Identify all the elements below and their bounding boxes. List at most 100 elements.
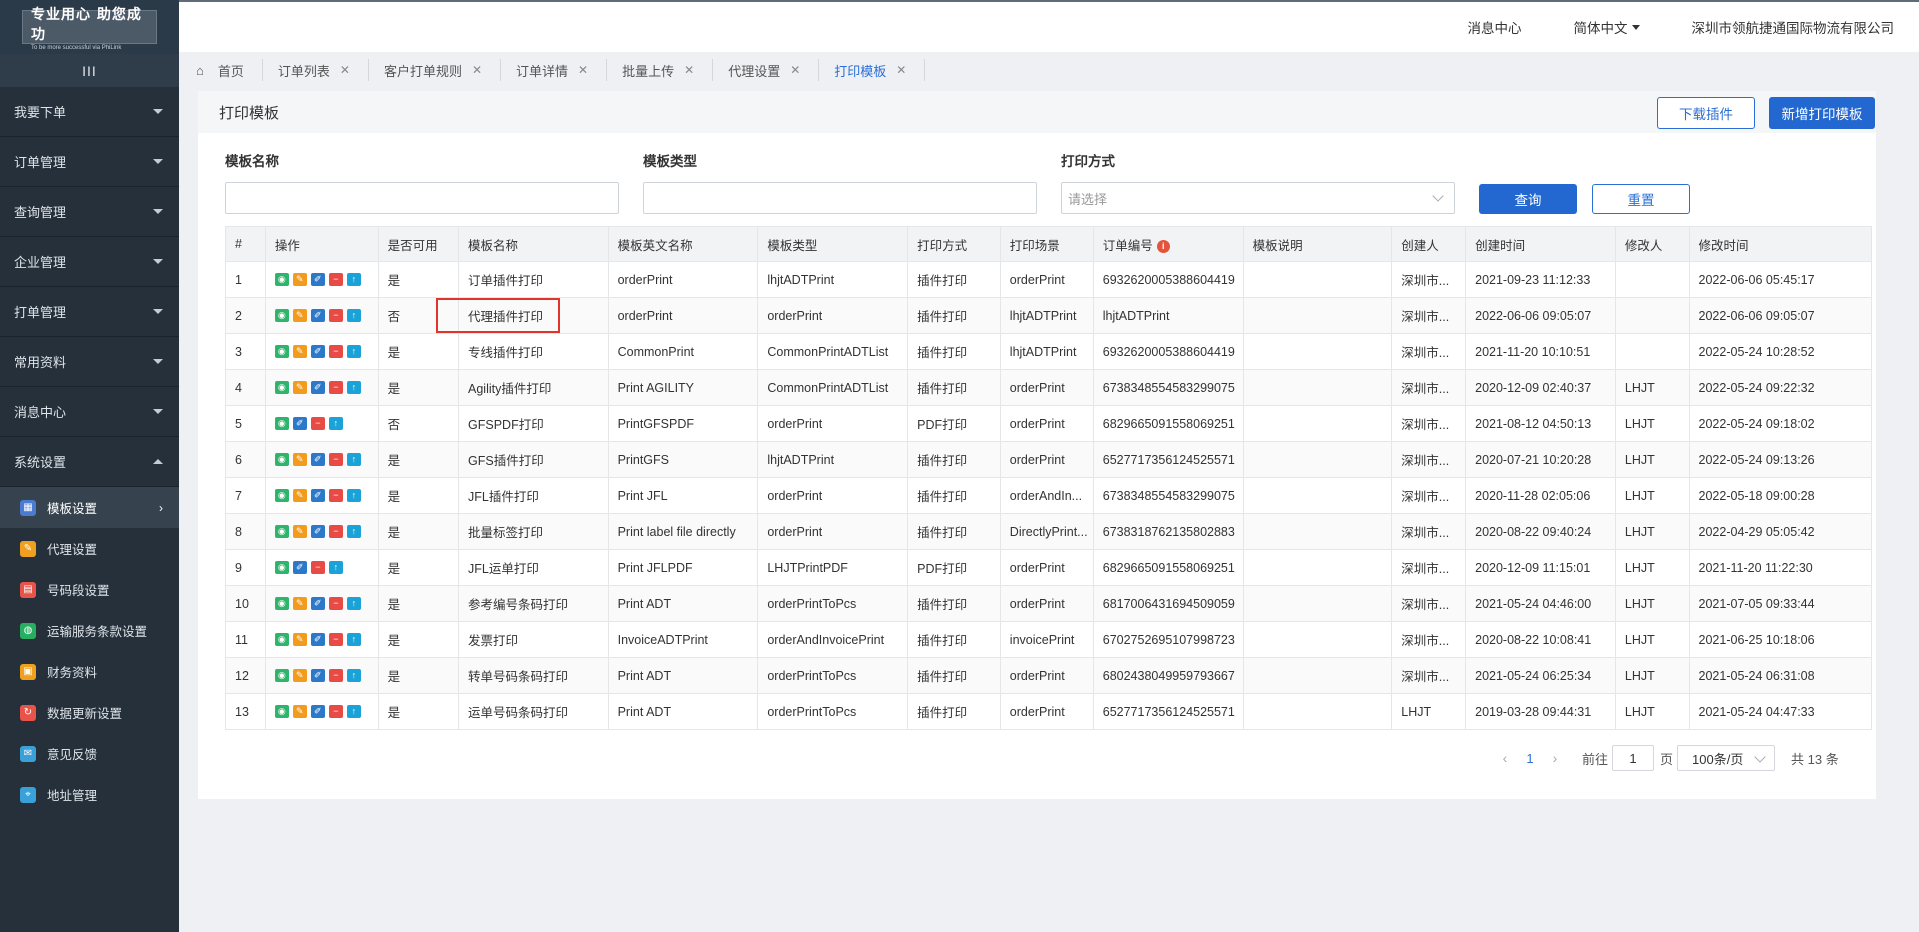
delete-icon[interactable]: − [328,525,343,538]
close-icon[interactable]: ✕ [790,63,800,77]
view-icon[interactable]: ◉ [274,309,289,322]
view-icon[interactable]: ◉ [274,345,289,358]
pen-icon[interactable]: ✐ [292,561,307,574]
template-type-input[interactable] [643,182,1037,214]
delete-icon[interactable]: − [310,417,325,430]
upload-icon[interactable]: ↑ [346,597,361,610]
sidebar-subitem[interactable]: ▦ 模板设置 › [0,487,179,528]
view-icon[interactable]: ◉ [274,453,289,466]
reset-button[interactable]: 重置 [1592,184,1690,214]
pen-icon[interactable]: ✐ [310,525,325,538]
view-icon[interactable]: ◉ [274,525,289,538]
delete-icon[interactable]: − [328,669,343,682]
view-icon[interactable]: ◉ [274,273,289,286]
download-plugin-button[interactable]: 下载插件 [1657,97,1755,129]
sidebar-subitem[interactable]: ✉ 意见反馈 [0,733,179,774]
sidebar-menu-item[interactable]: 系统设置 [0,437,179,487]
tab-item[interactable]: 订单列表 ✕ [263,59,369,81]
upload-icon[interactable]: ↑ [346,381,361,394]
delete-icon[interactable]: − [328,453,343,466]
upload-icon[interactable]: ↑ [346,705,361,718]
edit-icon[interactable]: ✎ [292,669,307,682]
info-icon[interactable]: i [1156,239,1170,253]
prev-page-icon[interactable]: ‹ [1490,750,1520,766]
pen-icon[interactable]: ✐ [310,633,325,646]
pen-icon[interactable]: ✐ [310,705,325,718]
pen-icon[interactable]: ✐ [310,669,325,682]
edit-icon[interactable]: ✎ [292,597,307,610]
pen-icon[interactable]: ✐ [310,309,325,322]
delete-icon[interactable]: − [328,381,343,394]
close-icon[interactable]: ✕ [340,63,350,77]
upload-icon[interactable]: ↑ [346,453,361,466]
close-icon[interactable]: ✕ [684,63,694,77]
sidebar-subitem[interactable]: ⌖ 地址管理 [0,774,179,815]
view-icon[interactable]: ◉ [274,597,289,610]
delete-icon[interactable]: − [328,309,343,322]
upload-icon[interactable]: ↑ [346,273,361,286]
delete-icon[interactable]: − [328,273,343,286]
next-page-icon[interactable]: › [1540,750,1570,766]
page-number[interactable]: 1 [1520,751,1540,766]
delete-icon[interactable]: − [328,489,343,502]
tab-item[interactable]: 客户打单规则 ✕ [369,59,502,81]
close-icon[interactable]: ✕ [896,63,906,77]
upload-icon[interactable]: ↑ [328,561,343,574]
tab-item[interactable]: 代理设置 ✕ [713,59,820,81]
close-icon[interactable]: ✕ [578,63,588,77]
sidebar-subitem[interactable]: ✎ 代理设置 [0,528,179,569]
upload-icon[interactable]: ↑ [346,633,361,646]
pen-icon[interactable]: ✐ [310,345,325,358]
upload-icon[interactable]: ↑ [346,525,361,538]
print-method-select[interactable]: 请选择 [1061,182,1455,214]
pen-icon[interactable]: ✐ [310,453,325,466]
view-icon[interactable]: ◉ [274,417,289,430]
sidebar-subitem[interactable]: ▤ 号码段设置 [0,569,179,610]
query-button[interactable]: 查询 [1479,184,1577,214]
edit-icon[interactable]: ✎ [292,273,307,286]
edit-icon[interactable]: ✎ [292,633,307,646]
delete-icon[interactable]: − [328,633,343,646]
sidebar-menu-item[interactable]: 订单管理 [0,137,179,187]
upload-icon[interactable]: ↑ [346,345,361,358]
edit-icon[interactable]: ✎ [292,381,307,394]
sidebar-subitem[interactable]: ◍ 运输服务条款设置 [0,610,179,651]
pen-icon[interactable]: ✐ [310,381,325,394]
delete-icon[interactable]: − [328,345,343,358]
sidebar-subitem[interactable]: ↻ 数据更新设置 [0,692,179,733]
sidebar-menu-item[interactable]: 常用资料 [0,337,179,387]
logo[interactable]: 专业用心 助您成功 To be more successful via PhiL… [0,0,179,54]
header-messages-link[interactable]: 消息中心 [1468,17,1522,37]
edit-icon[interactable]: ✎ [292,345,307,358]
template-name-input[interactable] [225,182,619,214]
view-icon[interactable]: ◉ [274,381,289,394]
sidebar-collapse-button[interactable]: III [0,54,179,87]
view-icon[interactable]: ◉ [274,705,289,718]
page-goto-input[interactable]: 1 [1612,745,1655,771]
upload-icon[interactable]: ↑ [328,417,343,430]
edit-icon[interactable]: ✎ [292,525,307,538]
pen-icon[interactable]: ✐ [310,489,325,502]
upload-icon[interactable]: ↑ [346,309,361,322]
delete-icon[interactable]: − [328,597,343,610]
tab-item[interactable]: 打印模板 ✕ [819,59,926,81]
edit-icon[interactable]: ✎ [292,453,307,466]
view-icon[interactable]: ◉ [274,489,289,502]
add-template-button[interactable]: 新增打印模板 [1769,97,1875,129]
pen-icon[interactable]: ✐ [310,597,325,610]
delete-icon[interactable]: − [310,561,325,574]
pen-icon[interactable]: ✐ [310,273,325,286]
tab-item[interactable]: 批量上传 ✕ [607,59,714,81]
edit-icon[interactable]: ✎ [292,705,307,718]
view-icon[interactable]: ◉ [274,633,289,646]
tab-item[interactable]: ⌂ 首页 [194,59,263,81]
sidebar-menu-item[interactable]: 打单管理 [0,287,179,337]
upload-icon[interactable]: ↑ [346,669,361,682]
sidebar-subitem[interactable]: ▣ 财务资料 [0,651,179,692]
company-name[interactable]: 深圳市领航捷通国际物流有限公司 [1692,17,1895,37]
view-icon[interactable]: ◉ [274,561,289,574]
tab-item[interactable]: 订单详情 ✕ [501,59,608,81]
edit-icon[interactable]: ✎ [292,309,307,322]
sidebar-menu-item[interactable]: 我要下单 [0,87,179,137]
sidebar-menu-item[interactable]: 查询管理 [0,187,179,237]
